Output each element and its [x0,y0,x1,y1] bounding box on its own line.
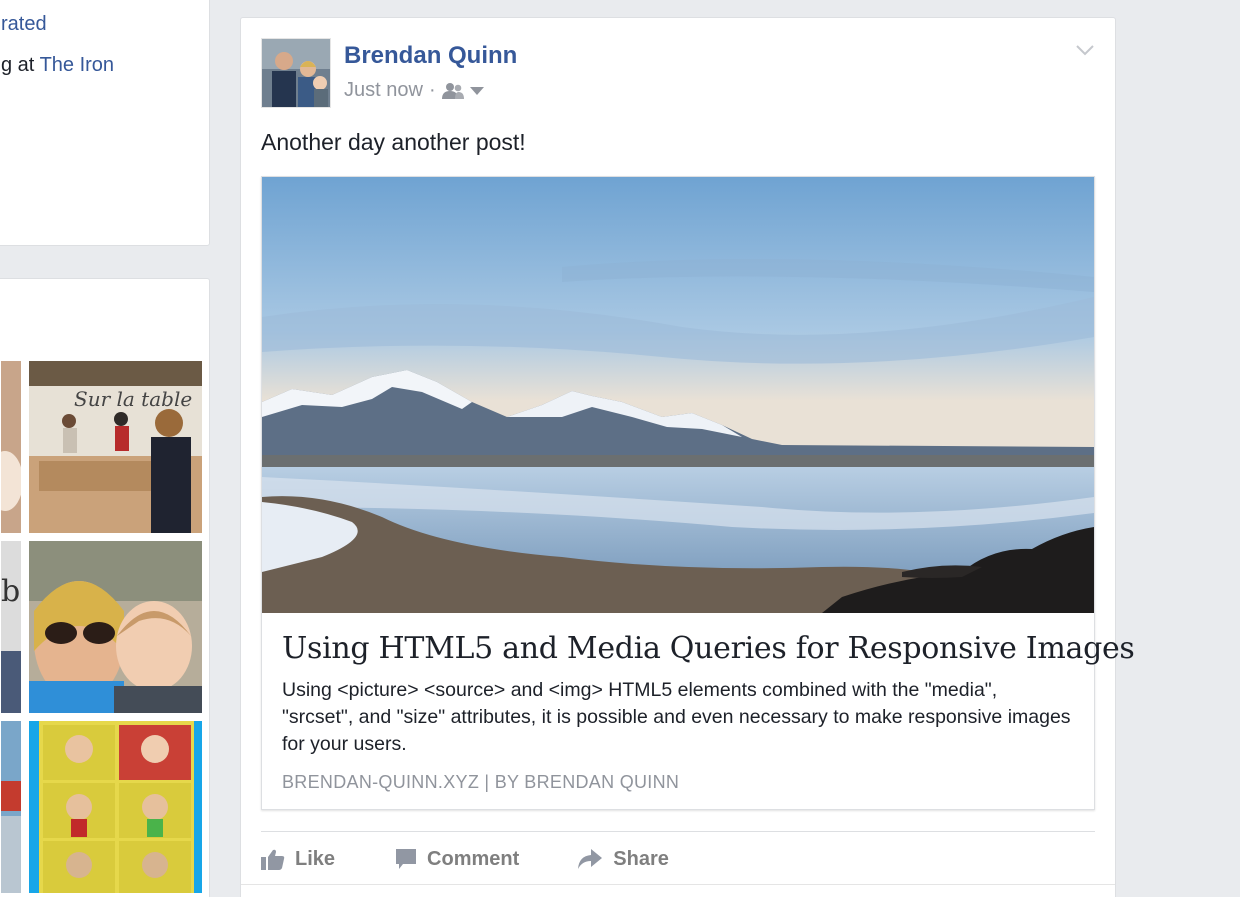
post-actions: Like Comment Share [261,844,669,874]
actions-divider [261,831,1095,832]
author-name[interactable]: Brendan Quinn [344,42,517,70]
news-feed-post: Brendan Quinn Just now · Another day ano… [240,17,1135,897]
link-description: Using <picture> <source> and <img> HTML5… [282,679,1071,755]
photo-thumbnail[interactable] [29,541,202,713]
friends-icon[interactable] [441,82,464,100]
post-text: Another day another post! [261,129,526,155]
svg-text:b: b [1,574,20,609]
share-arrow-icon [577,848,613,870]
intro-line-2: g at The Iron [1,54,114,77]
like-icon [261,848,295,870]
left-intro-card: rated g at The Iron [0,0,210,246]
like-button[interactable]: Like [261,848,335,871]
post-meta: Just now · [344,79,485,102]
like-label: Like [295,847,336,870]
photo-thumbnail[interactable] [1,361,21,533]
post-footer-divider [241,884,1115,885]
meta-separator: · [428,79,436,101]
intro-line-2-prefix: g at [1,54,35,76]
post-timestamp[interactable]: Just now [344,79,423,102]
link-source: BRENDAN-QUINN.XYZ | BY BRENDAN QUINN [282,772,680,792]
audience-dropdown-icon[interactable] [469,86,485,96]
link-preview-card[interactable]: Using HTML5 and Media Queries for Respon… [261,176,1135,810]
photo-thumbnail[interactable]: b [1,541,21,713]
photo-thumbnail[interactable] [29,721,202,893]
comment-icon [395,848,427,870]
photo-thumbnail[interactable] [1,721,21,893]
comment-button[interactable]: Comment [395,848,519,871]
author-avatar[interactable] [261,38,331,108]
link-preview-image[interactable] [262,177,1094,613]
share-button[interactable]: Share [577,848,669,871]
post-options-chevron-icon[interactable] [1075,42,1095,58]
comment-label: Comment [427,847,520,870]
left-photos-card: b Sur la table [0,278,210,897]
share-label: Share [613,847,669,870]
svg-text:Sur la table: Sur la table [74,387,192,411]
link-title[interactable]: Using HTML5 and Media Queries for Respon… [282,631,1135,666]
intro-line-1[interactable]: rated [1,13,47,36]
photo-thumbnail[interactable]: Sur la table [29,361,202,533]
intro-place-link[interactable]: The Iron [40,54,114,76]
